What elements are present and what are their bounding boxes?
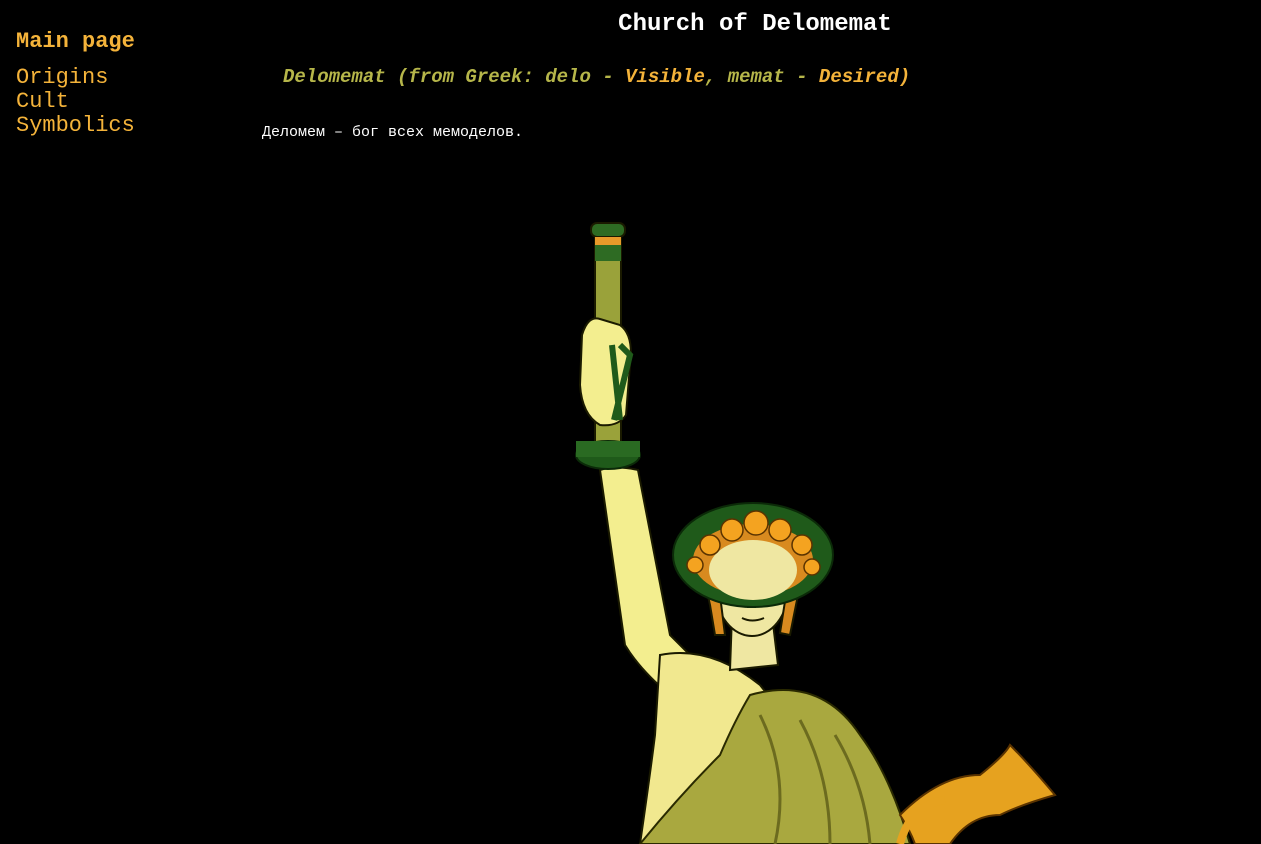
subtitle-part-1: Delomemat (from Greek: delo - bbox=[283, 66, 626, 88]
torch-band-green bbox=[595, 245, 621, 261]
nav-origins[interactable]: Origins bbox=[16, 66, 236, 90]
torch-band bbox=[595, 237, 621, 245]
intro-text: Деломем – бог всех мемоделов. bbox=[262, 124, 524, 141]
subtitle-part-4: Desired) bbox=[818, 66, 911, 88]
page: Main page Origins Cult Symbolics Church … bbox=[0, 0, 1261, 844]
subtitle-part-2: Visible bbox=[625, 66, 705, 88]
nav-main-page[interactable]: Main page bbox=[16, 28, 236, 56]
statue-horn bbox=[898, 743, 1057, 844]
subtitle-part-3: , memat - bbox=[704, 66, 819, 88]
nav-symbolics[interactable]: Symbolics bbox=[16, 114, 236, 138]
subtitle: Delomemat (from Greek: delo - Visible, m… bbox=[283, 64, 910, 90]
nav-cult[interactable]: Cult bbox=[16, 90, 236, 114]
statue-illustration bbox=[575, 222, 1057, 844]
torch-base-ring bbox=[576, 441, 640, 457]
page-title: Church of Delomemat bbox=[618, 11, 892, 38]
torch-cap bbox=[590, 222, 626, 238]
sidebar-nav: Main page Origins Cult Symbolics bbox=[16, 28, 236, 138]
